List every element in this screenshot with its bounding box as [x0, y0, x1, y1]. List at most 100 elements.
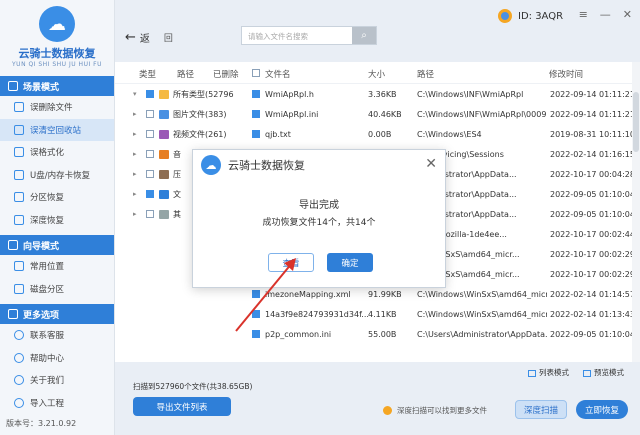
checkbox[interactable]	[146, 130, 154, 138]
select-all-checkbox[interactable]	[252, 69, 260, 77]
table-row[interactable]: qjb.txt 0.00B C:\Windows\ES4 2019-08-31 10:…	[245, 124, 640, 144]
file-size: 0.00B	[368, 129, 392, 139]
file-date: 2022-02-14 01:16:15	[550, 149, 635, 159]
col-name[interactable]: 文件名	[265, 68, 291, 80]
tree-item[interactable]: ▸ 图片文件(383)	[115, 104, 235, 124]
file-size: 3.36KB	[368, 89, 397, 99]
file-path: C:\Windows\WinSxS\amd64_micr...	[417, 309, 547, 319]
tab-type[interactable]: 类型	[139, 68, 156, 80]
table-row[interactable]: WmiApRpl.ini 40.46KB C:\Windows\INF\WmiApR…	[245, 104, 640, 124]
folder-icon	[159, 169, 169, 179]
sidebar-item-support[interactable]: 联系客服	[0, 324, 114, 347]
sidebar-item-about[interactable]: 关于我们	[0, 369, 114, 392]
expand-toggle-icon[interactable]: ▸	[133, 190, 141, 198]
checkbox[interactable]	[146, 150, 154, 158]
version-label: 版本号：3.21.0.92	[6, 419, 77, 428]
file-date: 2019-08-31 10:11:10	[550, 129, 635, 139]
checkbox[interactable]	[146, 210, 154, 218]
scrollbar[interactable]	[632, 62, 640, 362]
tab-path[interactable]: 路径	[177, 68, 194, 80]
export-list-button[interactable]: 导出文件列表	[133, 397, 231, 416]
close-icon[interactable]: ✕	[623, 8, 632, 21]
dialog-header: ☁ 云骑士数据恢复	[193, 150, 445, 180]
search-button[interactable]: ⌕	[352, 27, 376, 44]
file-date: 2022-10-17 00:02:29	[550, 249, 635, 259]
footer: 列表模式 预览模式 扫描到527960个文件(共38.65GB) 导出文件列表 …	[115, 362, 640, 435]
back-button[interactable]: ← 返	[125, 30, 150, 45]
preview-mode-button[interactable]: 预览模式	[583, 367, 624, 378]
sidebar-item-format[interactable]: 误格式化	[0, 141, 114, 164]
checkbox[interactable]	[252, 290, 260, 298]
checkbox[interactable]	[252, 330, 260, 338]
table-row[interactable]: p2p_common.ini 55.00B C:\Users\Administrat…	[245, 324, 640, 344]
file-name: 14a3f9e824793931d34f...	[265, 309, 369, 319]
file-path: C:\Windows\ES4	[417, 129, 482, 139]
recover-now-button[interactable]: 立即恢复	[576, 400, 628, 419]
menu-icon[interactable]: ≡	[579, 8, 588, 21]
sidebar-item-deleted-files[interactable]: 误删除文件	[0, 96, 114, 119]
section-more-options: 更多选项	[0, 304, 114, 324]
tree-item-label: 图片文件(383)	[173, 109, 227, 119]
sidebar-item-help[interactable]: 帮助中心	[0, 347, 114, 370]
expand-toggle-icon[interactable]: ▸	[133, 130, 141, 138]
scrollbar-thumb[interactable]	[633, 92, 639, 152]
sidebar-item-disk-partition[interactable]: 磁盘分区	[0, 278, 114, 301]
dialog-detail: 成功恢复文件14个，共14个	[262, 218, 376, 228]
sidebar-item-deep[interactable]: 深度恢复	[0, 209, 114, 232]
tree-item-label: 压	[173, 169, 181, 179]
col-size[interactable]: 大小	[368, 68, 385, 80]
checkbox[interactable]	[252, 130, 260, 138]
table-row[interactable]: WmiApRpl.h 3.36KB C:\Windows\INF\WmiApRpl 2…	[245, 84, 640, 104]
file-date: 2022-09-05 01:10:04	[550, 209, 635, 219]
ok-button[interactable]: 确定	[327, 253, 373, 272]
app-title: 云骑士数据恢复	[18, 47, 96, 60]
checkbox[interactable]	[146, 90, 154, 98]
recycle-bin-icon	[14, 124, 24, 135]
checkbox[interactable]	[146, 170, 154, 178]
checkbox[interactable]	[146, 110, 154, 118]
view-button[interactable]: 查看	[268, 253, 314, 272]
sidebar-item-common-locations[interactable]: 常用位置	[0, 255, 114, 278]
checkbox[interactable]	[252, 110, 260, 118]
checkbox[interactable]	[252, 90, 260, 98]
tree-item[interactable]: ▸ 视频文件(261)	[115, 124, 235, 144]
disk-icon	[14, 283, 24, 294]
tree-item-label: 文	[173, 189, 181, 199]
col-date[interactable]: 修改时间	[549, 68, 583, 80]
file-name: imezoneMapping.xml	[265, 289, 351, 299]
menu-icon	[8, 309, 18, 319]
close-icon[interactable]: ✕	[425, 156, 437, 172]
logo-icon: ☁	[39, 6, 75, 42]
col-path[interactable]: 路径	[417, 68, 434, 80]
tree-item-label: 音	[173, 149, 181, 159]
checkbox[interactable]	[252, 310, 260, 318]
folder-icon	[159, 149, 169, 159]
expand-toggle-icon[interactable]: ▸	[133, 210, 141, 218]
export-complete-dialog: ☁ 云骑士数据恢复 ✕ 导出完成 成功恢复文件14个，共14个 查看 确定	[192, 149, 446, 288]
sidebar-item-usb[interactable]: U盘/内存卡恢复	[0, 164, 114, 187]
checkbox[interactable]	[146, 190, 154, 198]
table-row[interactable]: 14a3f9e824793931d34f... 4.11KB C:\Windows\…	[245, 304, 640, 324]
user-id[interactable]: ID: 3AQR	[498, 9, 563, 23]
expand-toggle-icon[interactable]: ▸	[133, 110, 141, 118]
file-date: 2022-09-05 01:10:04	[550, 329, 635, 339]
expand-toggle-icon[interactable]: ▾	[133, 90, 141, 98]
logo-icon: ☁	[201, 155, 221, 175]
user-avatar-icon	[498, 9, 512, 23]
tab-deleted[interactable]: 已删除	[213, 68, 239, 80]
logo: ☁ 云骑士数据恢复 YUN QI SHI SHU JU HUI FU	[0, 0, 114, 72]
deep-scan-button[interactable]: 深度扫描	[515, 400, 567, 419]
sidebar-item-partition[interactable]: 分区恢复	[0, 186, 114, 209]
list-mode-button[interactable]: 列表模式	[528, 367, 569, 378]
scan-info: 扫描到527960个文件(共38.65GB)	[133, 382, 253, 391]
home-button[interactable]: 回	[164, 31, 173, 44]
file-size: 40.46KB	[368, 109, 402, 119]
expand-toggle-icon[interactable]: ▸	[133, 150, 141, 158]
minimize-icon[interactable]: —	[600, 8, 611, 21]
app-subtitle: YUN QI SHI SHU JU HUI FU	[12, 61, 102, 68]
expand-toggle-icon[interactable]: ▸	[133, 170, 141, 178]
tree-item[interactable]: ▾ 所有类型(52796	[115, 84, 235, 104]
sidebar-item-recycle-bin[interactable]: 误清空回收站	[0, 118, 114, 141]
tree-item-label: 所有类型(52796	[173, 89, 234, 99]
sidebar-item-import[interactable]: 导入工程	[0, 392, 114, 415]
